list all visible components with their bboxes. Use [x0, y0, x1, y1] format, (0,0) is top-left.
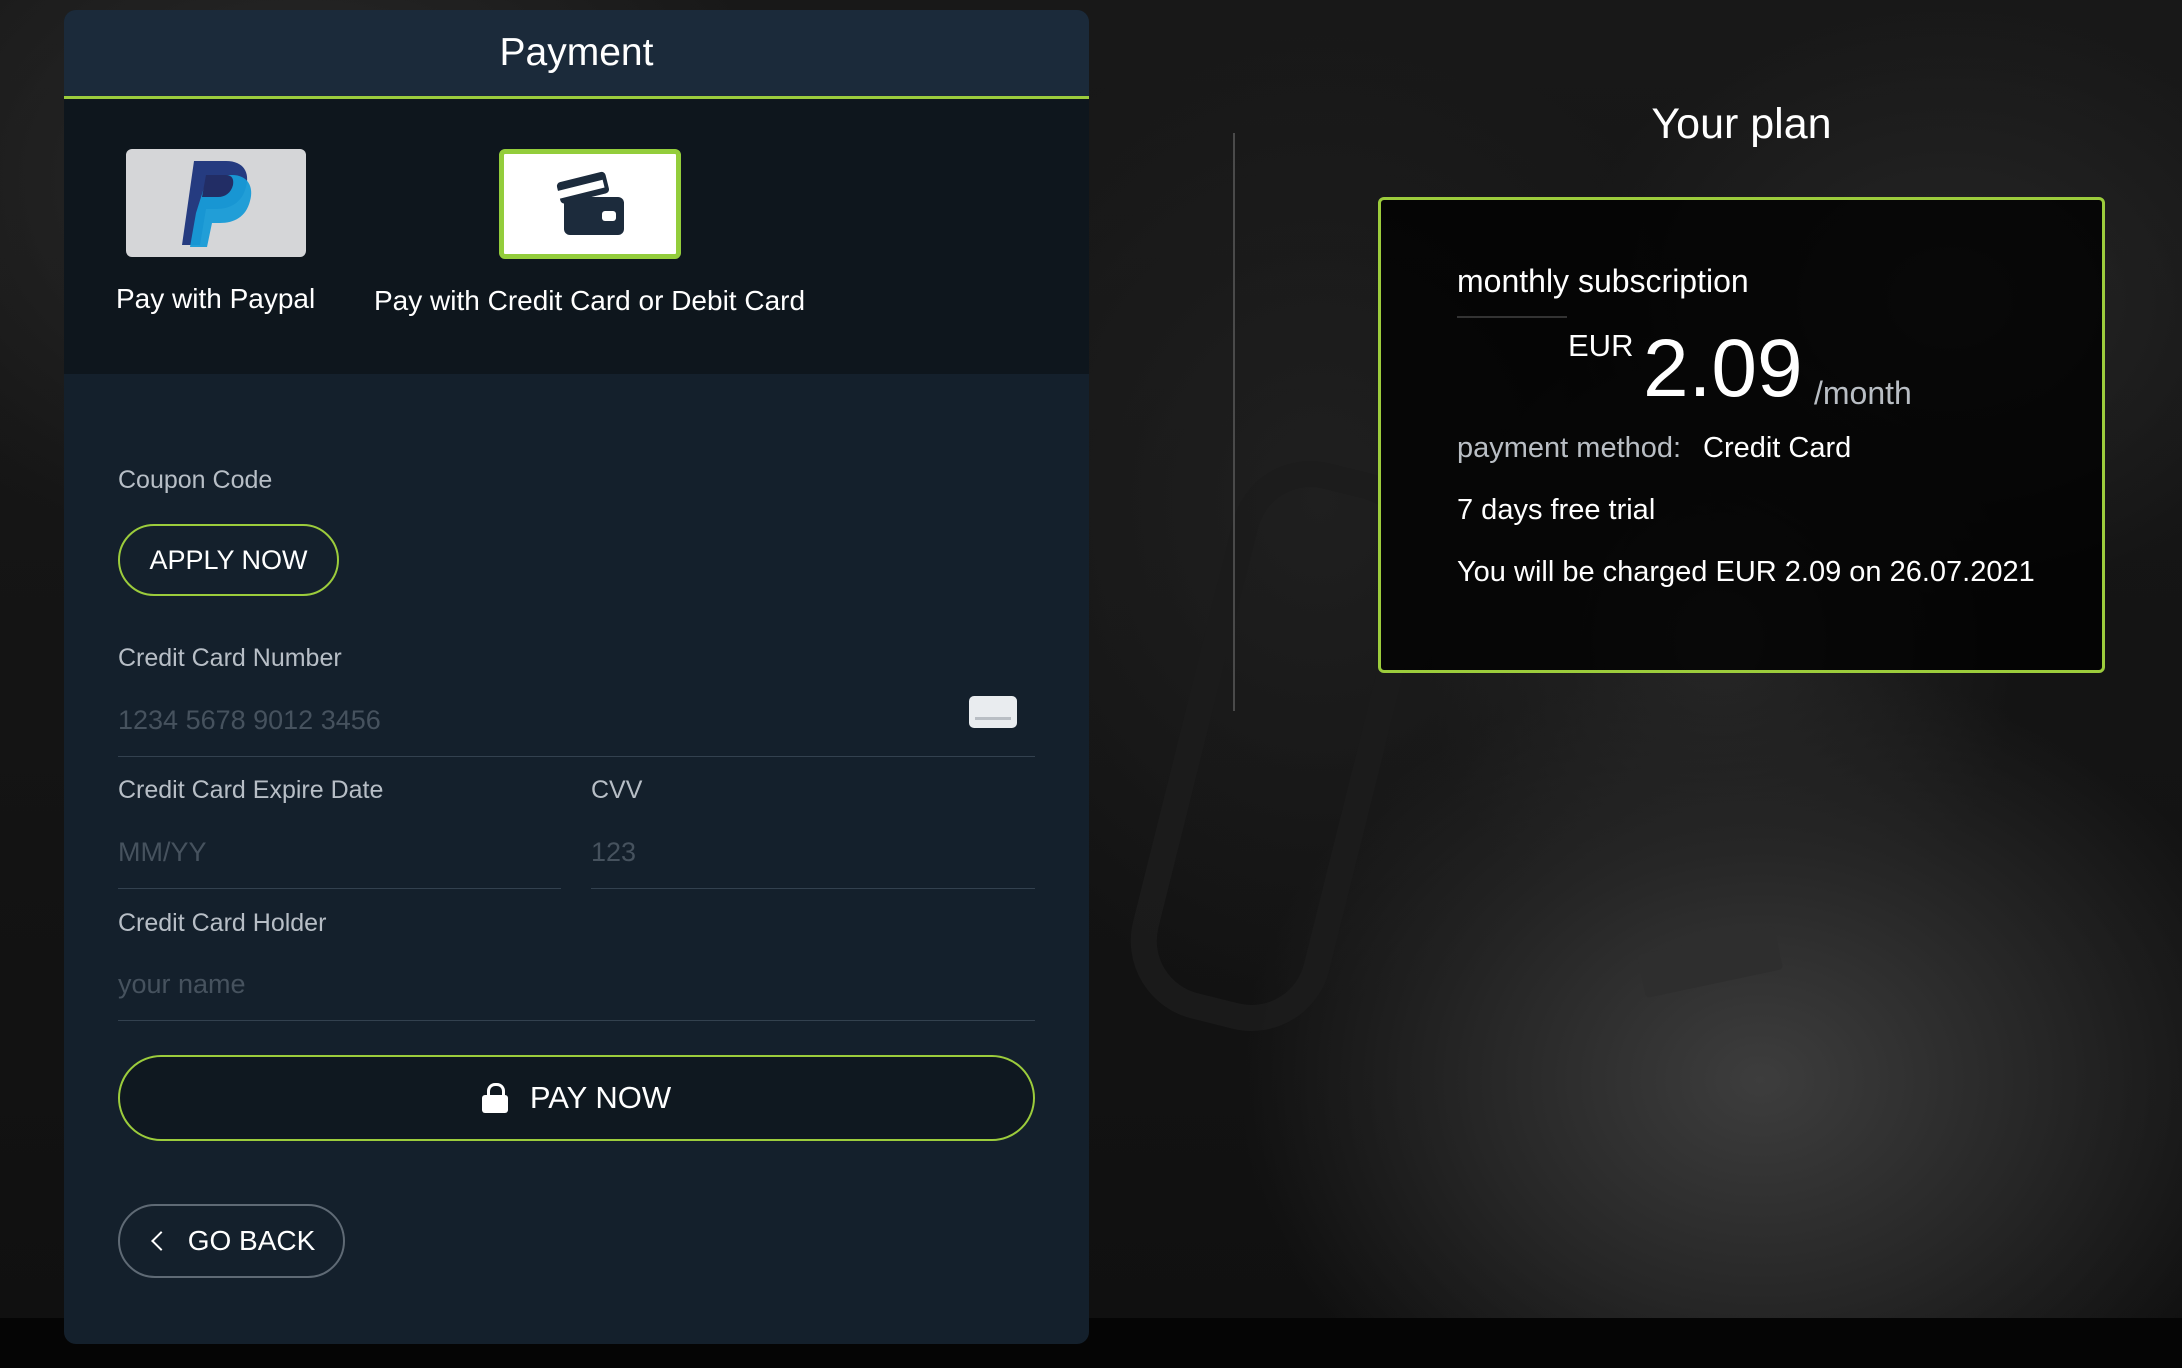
go-back-button[interactable]: GO BACK: [118, 1204, 345, 1278]
plan-name-underline: [1457, 316, 1567, 318]
card-holder-input[interactable]: [118, 960, 1035, 1021]
payment-panel: Payment Pay with Paypal Pay with Credit …: [64, 10, 1089, 1344]
background-shirt-logo: [1636, 925, 1784, 999]
card-type-icon: [969, 696, 1017, 728]
paypal-method-option[interactable]: Pay with Paypal: [116, 149, 315, 315]
payment-title: Payment: [499, 31, 654, 74]
charge-note: You will be charged EUR 2.09 on 26.07.20…: [1457, 556, 2035, 588]
go-back-label: GO BACK: [187, 1225, 316, 1256]
card-method-option[interactable]: Pay with Credit Card or Debit Card: [374, 149, 805, 317]
card-number-input[interactable]: [118, 696, 1035, 757]
lock-icon: [481, 1083, 508, 1113]
card-holder-label: Credit Card Holder: [118, 909, 327, 937]
payment-methods: Pay with Paypal Pay with Credit Card or …: [64, 99, 1089, 374]
apply-now-button[interactable]: APPLY NOW: [118, 524, 339, 596]
cvv-label: CVV: [591, 776, 643, 804]
expire-date-input[interactable]: [118, 828, 561, 889]
plan-currency: EUR: [1568, 328, 1634, 363]
cvv-input[interactable]: [591, 828, 1035, 889]
paypal-method-label: Pay with Paypal: [116, 283, 316, 314]
free-trial-text: 7 days free trial: [1457, 494, 1656, 526]
chevron-left-icon: [150, 1231, 171, 1251]
expire-date-label: Credit Card Expire Date: [118, 776, 384, 804]
payment-method-value: Credit Card: [1703, 432, 1852, 464]
pay-now-button[interactable]: PAY NOW: [118, 1055, 1035, 1141]
paypal-logo-icon[interactable]: [125, 149, 306, 257]
plan-title: Your plan: [1651, 100, 1832, 148]
plan-period: /month: [1814, 375, 1912, 411]
coupon-code-label: Coupon Code: [118, 466, 273, 494]
pay-now-label: PAY NOW: [529, 1080, 672, 1115]
payment-method-label: payment method:: [1457, 432, 1682, 464]
payment-header: Payment: [64, 10, 1089, 99]
card-method-label: Pay with Credit Card or Debit Card: [374, 285, 806, 316]
vertical-divider: [1233, 133, 1235, 711]
card-number-label: Credit Card Number: [118, 644, 342, 672]
plan-name: monthly subscription: [1457, 263, 1749, 299]
credit-card-icon[interactable]: [498, 149, 681, 259]
plan-amount: 2.09: [1643, 323, 1803, 414]
plan-summary-card: monthly subscription EUR 2.09 /month pay…: [1378, 197, 2105, 673]
